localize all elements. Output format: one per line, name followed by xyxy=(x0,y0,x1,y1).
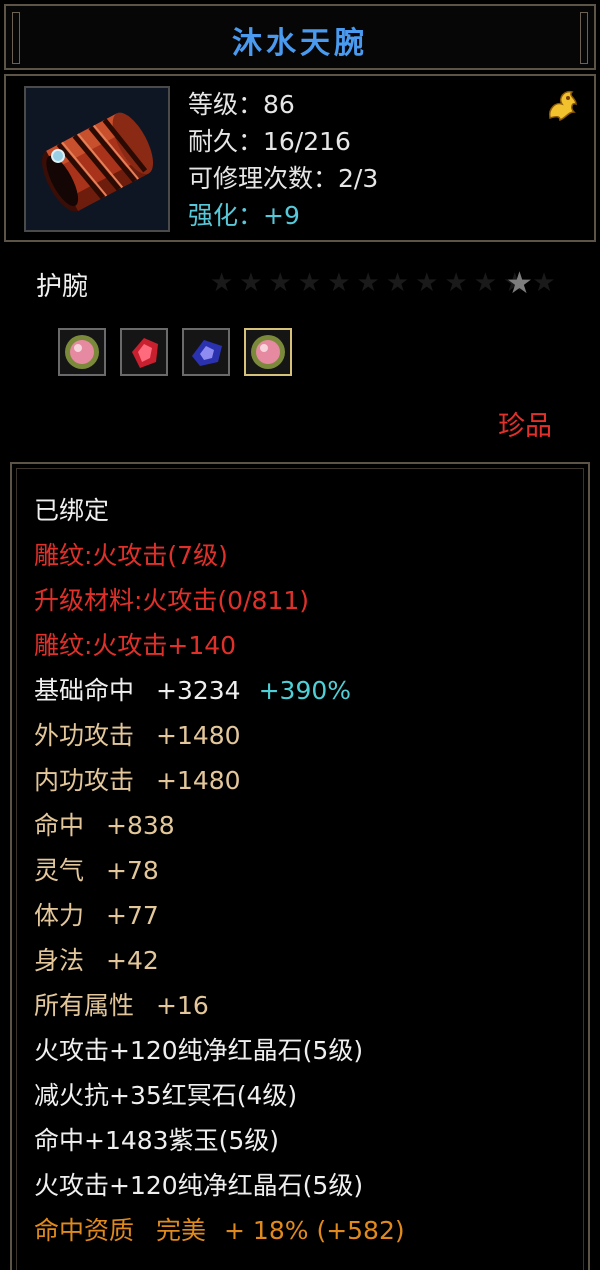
attribute-name: 身法 xyxy=(34,946,85,975)
engraving-bonus-text: 雕纹:火攻击+140 xyxy=(34,631,237,660)
gem-socket-3[interactable] xyxy=(182,328,230,376)
attribute-row: 内功攻击 +1480 xyxy=(34,762,405,807)
gem-bonus-text: 命中+1483紫玉(5级) xyxy=(34,1126,279,1155)
attribute-value: +1480 xyxy=(156,721,241,750)
aptitude-grade: 完美 xyxy=(156,1216,207,1245)
attribute-value: +838 xyxy=(106,811,175,840)
attribute-name: 命中 xyxy=(34,811,85,840)
item-header: 等级：86 耐久：16/216 可修理次数：2/3 强化：+9 xyxy=(4,74,596,242)
attribute-value: +42 xyxy=(106,946,159,975)
aptitude-row: 命中资质 完美 + 18% (+582) xyxy=(34,1212,405,1257)
repair-count-text: 可修理次数：2/3 xyxy=(188,164,379,193)
blue-gem-icon xyxy=(192,340,222,366)
attribute-bonus: +390% xyxy=(258,676,352,705)
attribute-row: 外功攻击 +1480 xyxy=(34,717,405,762)
gem-bonus-text: 火攻击+120纯净红晶石(5级) xyxy=(34,1036,364,1065)
attribute-row: 体力 +77 xyxy=(34,897,405,942)
attribute-list: 已绑定 雕纹:火攻击(7级) 升级材料:火攻击(0/811) 雕纹:火攻击+14… xyxy=(34,492,405,1257)
pink-gem-icon xyxy=(251,335,285,369)
title-bar: 沐水天腕 xyxy=(4,4,596,70)
item-stats: 等级：86 耐久：16/216 可修理次数：2/3 强化：+9 xyxy=(188,86,378,234)
attribute-name: 体力 xyxy=(34,901,85,930)
gem-bonus-text: 减火抗+35红冥石(4级) xyxy=(34,1081,298,1110)
gem-socket-1[interactable] xyxy=(58,328,106,376)
attribute-name: 灵气 xyxy=(34,856,85,885)
attribute-value: +1480 xyxy=(156,766,241,795)
durability-text: 耐久：16/216 xyxy=(188,127,351,156)
aptitude-bonus: + 18% (+582) xyxy=(224,1216,405,1245)
attribute-row: 身法 +42 xyxy=(34,942,405,987)
attribute-value: +77 xyxy=(106,901,159,930)
upgrade-material-text: 升级材料:火攻击(0/811) xyxy=(34,586,309,615)
aptitude-name: 命中资质 xyxy=(34,1216,135,1245)
gem-bonus-text: 火攻击+120纯净红晶石(5级) xyxy=(34,1171,364,1200)
engraving-text: 雕纹:火攻击(7级) xyxy=(34,541,228,570)
attribute-value: +3234 xyxy=(156,676,241,705)
attribute-name: 内功攻击 xyxy=(34,766,135,795)
attribute-row: 命中 +838 xyxy=(34,807,405,852)
attribute-value: +78 xyxy=(106,856,159,885)
bound-status: 已绑定 xyxy=(34,496,110,525)
attribute-row: 灵气 +78 xyxy=(34,852,405,897)
bracer-icon xyxy=(26,88,168,230)
attribute-row: 基础命中 +3234 +390% xyxy=(34,672,405,717)
red-gem-icon xyxy=(132,338,158,368)
item-icon[interactable] xyxy=(24,86,170,232)
gem-socket-2[interactable] xyxy=(120,328,168,376)
item-name: 沐水天腕 xyxy=(232,26,368,61)
attribute-name: 所有属性 xyxy=(34,991,135,1020)
attribute-name: 外功攻击 xyxy=(34,721,135,750)
attribute-name: 基础命中 xyxy=(34,676,135,705)
item-type-label: 护腕 xyxy=(36,272,89,302)
gold-dragon-icon xyxy=(546,88,580,124)
enhance-text: 强化：+9 xyxy=(188,201,300,230)
star-icon: ★ xyxy=(506,266,533,301)
gem-socket-4[interactable] xyxy=(244,328,292,376)
attribute-row: 所有属性 +16 xyxy=(34,987,405,1032)
attribute-value: +16 xyxy=(156,991,209,1020)
item-tooltip-panel: 沐水天腕 等级：86 耐久：16/216 可修理次数：2/3 强化：+9 护腕 … xyxy=(0,0,600,1270)
rarity-label: 珍品 xyxy=(498,411,552,442)
level-text: 等级：86 xyxy=(188,90,295,119)
pink-gem-icon xyxy=(65,335,99,369)
